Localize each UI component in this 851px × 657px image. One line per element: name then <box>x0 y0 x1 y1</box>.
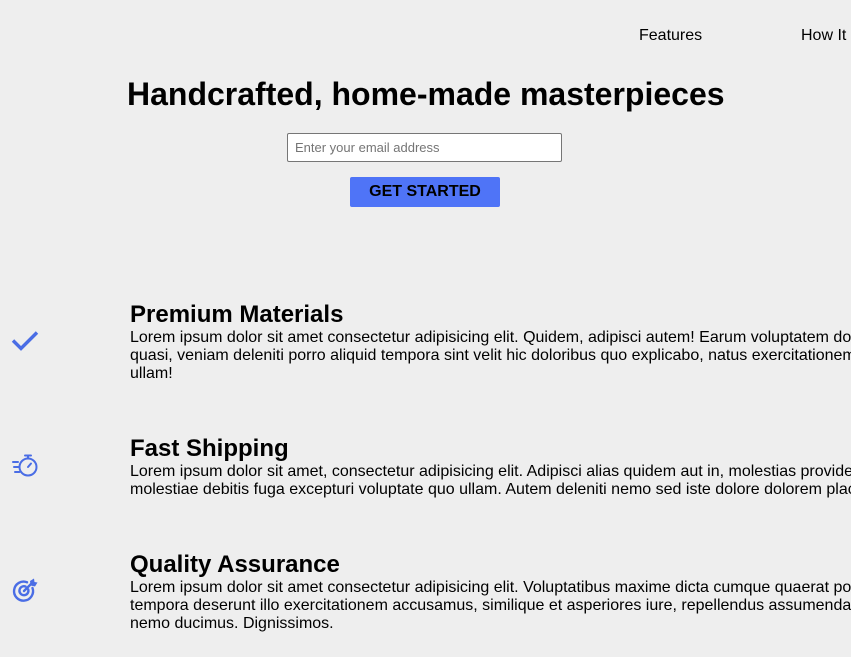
nav-link-how-it-works[interactable]: How It <box>801 27 846 45</box>
nav-link-features[interactable]: Features <box>639 27 702 45</box>
feature-description: Lorem ipsum dolor sit amet, consectetur … <box>130 463 851 498</box>
feature-title: Premium Materials <box>130 301 344 328</box>
feature-description: Lorem ipsum dolor sit amet consectetur a… <box>130 579 851 632</box>
landing-page: Features How It Handcrafted, home-made m… <box>0 0 851 657</box>
feature-description: Lorem ipsum dolor sit amet consectetur a… <box>130 329 851 382</box>
get-started-button[interactable]: GET STARTED <box>350 177 500 207</box>
stopwatch-icon <box>12 454 38 477</box>
hero-title: Handcrafted, home-made masterpieces <box>127 76 725 112</box>
feature-title: Quality Assurance <box>130 551 340 578</box>
feature-title: Fast Shipping <box>130 435 289 462</box>
checkmark-icon <box>11 331 39 351</box>
email-input[interactable] <box>287 133 562 162</box>
target-icon <box>12 578 38 602</box>
